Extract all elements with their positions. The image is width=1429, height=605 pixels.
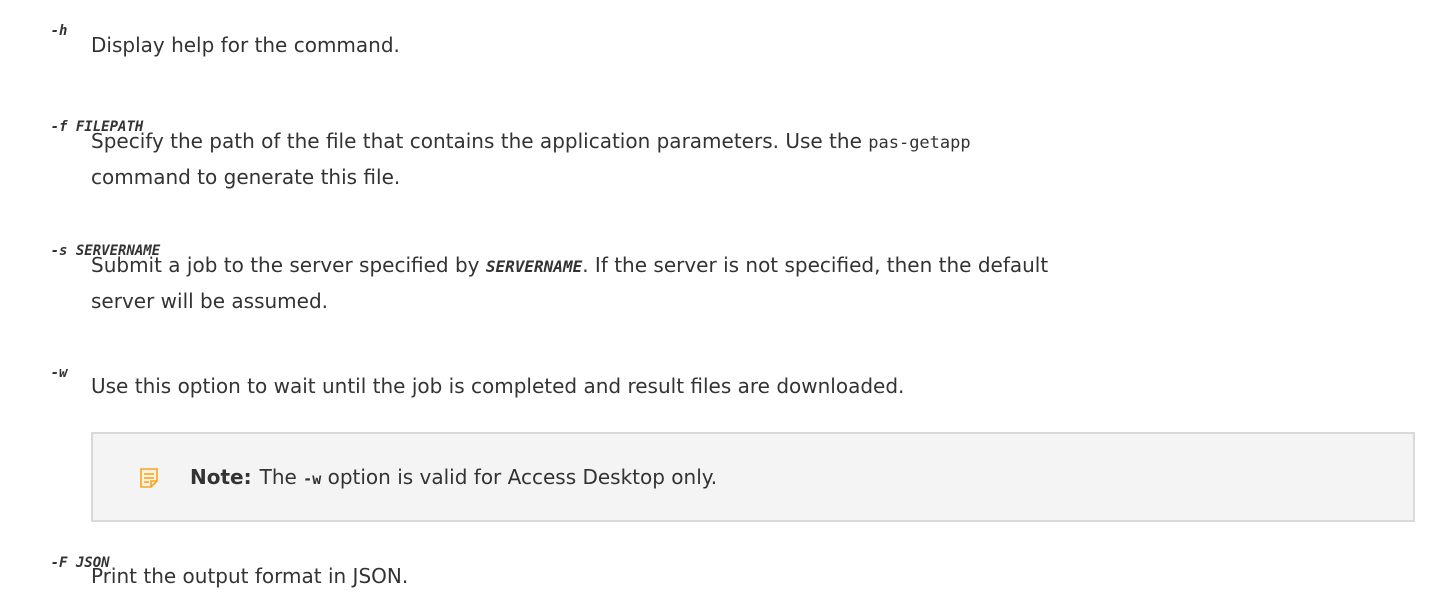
option-description-text-line2: server will be assumed. (91, 289, 329, 313)
option-description: Use this option to wait until the job is… (91, 369, 1411, 403)
option-description-text-line2: command to generate this file. (91, 165, 401, 189)
option-description-text: Display help for the command. (91, 33, 400, 57)
note-text-before: The (259, 465, 304, 489)
note-box: Note: The -w option is valid for Access D… (91, 432, 1415, 522)
note-text: Note: The -w option is valid for Access D… (190, 464, 717, 492)
option-term: -h (0, 4, 68, 58)
note-text-after: option is valid for Access Desktop only. (321, 465, 718, 489)
option-description: Print the output format in JSON. (91, 559, 1411, 593)
option-description-text-after: . If the server is not specified, then t… (582, 253, 1049, 277)
option-description-text: Specify the path of the file that contai… (91, 129, 869, 153)
note-code: -w (303, 470, 322, 488)
option-description-text: Print the output format in JSON. (91, 564, 409, 588)
option-description-text: Submit a job to the server specified by (91, 253, 486, 277)
option-description: Display help for the command. (91, 28, 1411, 62)
option-description: Submit a job to the server specified by … (91, 248, 1411, 318)
option-flag: -f (50, 119, 68, 135)
note-label: Note: (190, 465, 252, 489)
option-description: Specify the path of the file that contai… (91, 124, 1411, 194)
option-flag: -s (50, 243, 68, 259)
option-flag: -F (50, 555, 68, 571)
command-code: pas-getapp (868, 133, 971, 153)
option-term: -w (0, 346, 68, 400)
note-icon (140, 468, 158, 488)
option-flag: -w (50, 365, 68, 381)
variable-name: SERVERNAME (485, 257, 583, 276)
option-flag: -h (50, 23, 68, 39)
option-description-text: Use this option to wait until the job is… (91, 374, 905, 398)
